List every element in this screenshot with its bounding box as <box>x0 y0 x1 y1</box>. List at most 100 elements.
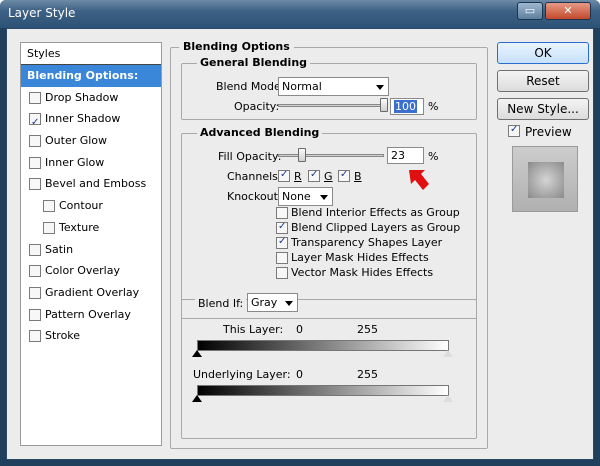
style-item-checkbox[interactable] <box>43 221 55 234</box>
style-item-label: Texture <box>59 220 100 234</box>
close-button[interactable]: ✕ <box>545 2 591 20</box>
blend-clipped-layers-as-group-checkbox[interactable] <box>276 221 288 234</box>
fill-opacity-slider[interactable] <box>278 154 384 157</box>
style-item-checkbox[interactable] <box>29 243 41 256</box>
blend-if-select[interactable]: Gray <box>247 293 298 312</box>
style-item-bevel-and-emboss[interactable]: Bevel and Emboss <box>21 173 161 195</box>
style-item-inner-shadow[interactable]: Inner Shadow <box>21 108 161 133</box>
underlying-layer-high: 255 <box>357 368 378 381</box>
blend-clipped-layers-as-group-label[interactable]: Blend Clipped Layers as Group <box>291 221 460 234</box>
blending-options-title: Blending Options <box>179 40 294 53</box>
opacity-unit: % <box>428 100 439 113</box>
this-layer-label: This Layer: <box>223 323 284 336</box>
style-item-checkbox[interactable] <box>29 330 41 343</box>
style-item-label: Contour <box>59 199 103 213</box>
channel-b-checkbox[interactable] <box>338 169 350 182</box>
close-icon: ✕ <box>563 4 573 17</box>
style-item-checkbox[interactable] <box>29 178 41 191</box>
vector-mask-hides-effects-label[interactable]: Vector Mask Hides Effects <box>291 266 433 279</box>
opacity-slider[interactable] <box>278 104 384 107</box>
blend-if-label: Blend If: <box>195 297 247 310</box>
style-item-label: Drop Shadow <box>45 90 119 104</box>
underlying-layer-low: 0 <box>296 368 303 381</box>
preview-label[interactable]: Preview <box>525 125 572 139</box>
channel-b-label[interactable]: B <box>354 170 362 183</box>
style-item-label: Gradient Overlay <box>45 285 140 299</box>
fill-opacity-value: 23 <box>391 149 405 162</box>
style-item-contour[interactable]: Contour <box>21 195 161 217</box>
style-item-checkbox[interactable] <box>29 91 41 104</box>
new-style-button[interactable]: New Style... <box>497 98 589 120</box>
style-item-checkbox[interactable] <box>29 112 41 133</box>
style-item-color-overlay[interactable]: Color Overlay <box>21 260 161 282</box>
preview-square <box>528 162 564 198</box>
underlying-layer-white-handle[interactable] <box>443 395 453 402</box>
this-layer-black-handle[interactable] <box>192 350 202 357</box>
style-item-blending-options-custom[interactable]: Blending Options: Custom <box>21 65 161 103</box>
style-item-checkbox[interactable] <box>29 135 41 148</box>
transparency-shapes-layer-label[interactable]: Transparency Shapes Layer <box>291 236 442 249</box>
style-item-outer-glow[interactable]: Outer Glow <box>21 130 161 152</box>
styles-list: Styles Blending Options: Custom Drop Shad… <box>20 42 162 446</box>
channel-g-label[interactable]: G <box>324 170 333 183</box>
style-item-checkbox[interactable] <box>29 286 41 299</box>
opacity-input[interactable]: 100 <box>390 98 424 115</box>
layer-mask-hides-effects-checkbox[interactable] <box>276 252 288 264</box>
chevron-down-icon <box>285 301 293 306</box>
style-item-checkbox[interactable] <box>29 156 41 169</box>
channel-g-checkbox[interactable] <box>308 169 320 182</box>
this-layer-white-handle[interactable] <box>443 350 453 357</box>
style-item-label: Satin <box>45 242 74 256</box>
blend-interior-effects-as-group-label[interactable]: Blend Interior Effects as Group <box>291 206 460 219</box>
style-item-label: Stroke <box>45 329 81 343</box>
underlying-layer-black-handle[interactable] <box>192 395 202 402</box>
blend-mode-label: Blend Mode: <box>216 80 285 93</box>
style-item-checkbox[interactable] <box>43 200 55 213</box>
opacity-slider-thumb[interactable] <box>380 98 388 112</box>
chevron-down-icon <box>376 85 384 90</box>
style-item-drop-shadow[interactable]: Drop Shadow <box>21 87 161 109</box>
styles-header[interactable]: Styles <box>21 43 161 65</box>
channel-r-checkbox[interactable] <box>278 169 290 182</box>
fill-opacity-label: Fill Opacity: <box>218 150 282 163</box>
general-blending-title: General Blending <box>197 56 311 69</box>
blend-mode-select[interactable]: Normal <box>278 77 389 96</box>
layer-style-window: Layer Style ▭ ✕ Styles Blending Options:… <box>0 0 600 466</box>
knockout-select[interactable]: None <box>278 187 333 206</box>
style-item-checkbox[interactable] <box>29 308 41 321</box>
fill-opacity-slider-thumb[interactable] <box>298 148 307 162</box>
style-item-texture[interactable]: Texture <box>21 217 161 239</box>
preview-checkbox[interactable] <box>508 124 520 137</box>
minimize-button[interactable]: ▭ <box>517 2 543 20</box>
title-bar[interactable]: Layer Style ▭ ✕ <box>0 0 600 28</box>
style-item-label: Outer Glow <box>45 134 108 148</box>
style-item-checkbox[interactable] <box>29 265 41 278</box>
style-item-stroke[interactable]: Stroke <box>21 325 161 347</box>
style-item-label: Color Overlay <box>45 264 120 278</box>
style-preview-swatch <box>512 146 578 212</box>
ok-button[interactable]: OK <box>497 42 589 64</box>
style-item-label: Bevel and Emboss <box>45 177 147 191</box>
channels-label: Channels: <box>227 170 282 183</box>
layer-mask-hides-effects-label[interactable]: Layer Mask Hides Effects <box>291 251 429 264</box>
opacity-value: 100 <box>394 100 417 113</box>
style-item-label: Pattern Overlay <box>45 307 131 321</box>
style-item-satin[interactable]: Satin <box>21 239 161 261</box>
style-item-label: Inner Shadow <box>45 112 121 126</box>
style-item-inner-glow[interactable]: Inner Glow <box>21 152 161 174</box>
transparency-shapes-layer-checkbox[interactable] <box>276 236 288 249</box>
fill-opacity-input[interactable]: 23 <box>387 147 424 164</box>
fill-opacity-unit: % <box>428 150 439 163</box>
reset-button[interactable]: Reset <box>497 70 589 92</box>
knockout-label: Knockout: <box>227 190 282 203</box>
blend-interior-effects-as-group-checkbox[interactable] <box>276 207 288 219</box>
dialog-body: Styles Blending Options: Custom Drop Shad… <box>6 28 594 460</box>
this-layer-gradient <box>197 340 449 351</box>
channel-r-label[interactable]: R <box>294 170 302 183</box>
style-item-gradient-overlay[interactable]: Gradient Overlay <box>21 282 161 304</box>
underlying-layer-label: Underlying Layer: <box>193 368 291 381</box>
blend-mode-value: Normal <box>282 80 322 93</box>
style-item-pattern-overlay[interactable]: Pattern Overlay <box>21 304 161 326</box>
this-layer-high: 255 <box>357 323 378 336</box>
vector-mask-hides-effects-checkbox[interactable] <box>276 267 288 279</box>
